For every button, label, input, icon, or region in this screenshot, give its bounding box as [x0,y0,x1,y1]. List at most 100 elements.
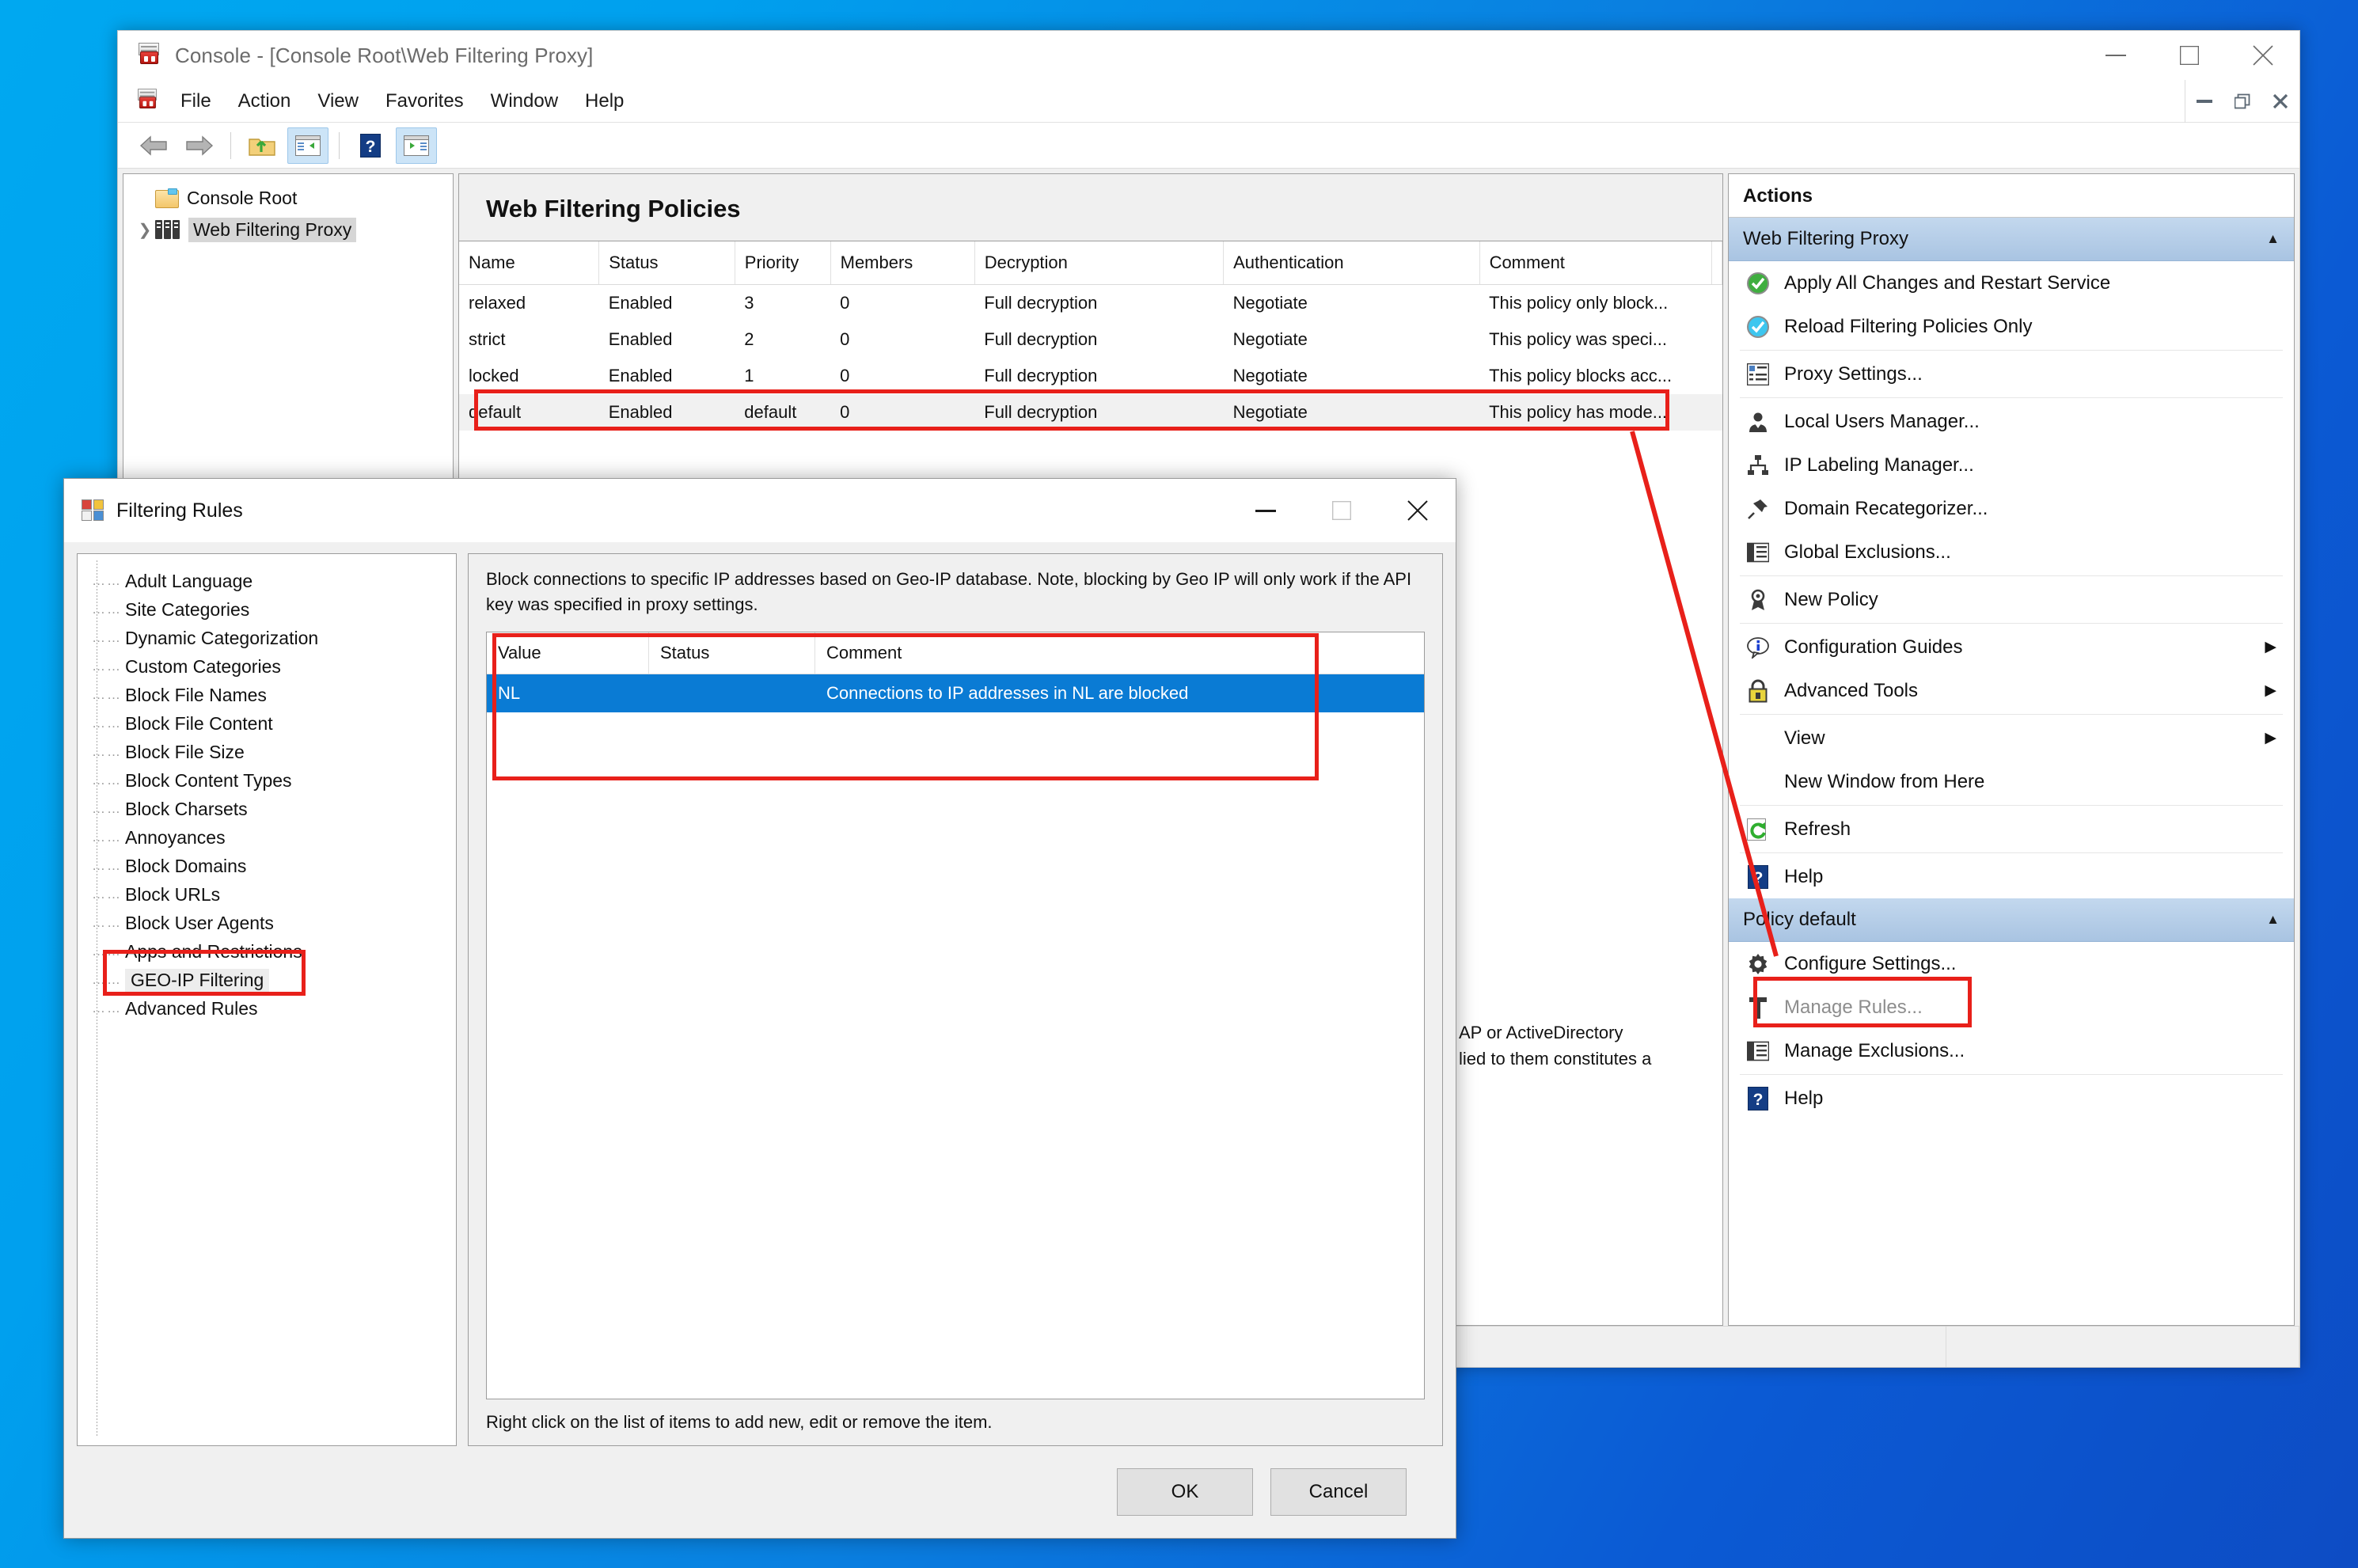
menu-window[interactable]: Window [477,85,571,117]
cancel-button[interactable]: Cancel [1270,1468,1407,1516]
rules-item-block-file-content[interactable]: …… Block File Content [78,709,456,738]
rules-item-advanced-rules[interactable]: …… Advanced Rules [78,994,456,1023]
action-domain-recategorizer[interactable]: Domain Recategorizer... [1729,487,2294,530]
back-icon[interactable] [133,127,174,164]
show-hide-console-tree-icon[interactable] [287,127,328,164]
col-comment[interactable]: Comment [1479,241,1713,285]
cell-authentication: Negotiate [1223,394,1480,431]
tree-item-web-filtering-proxy[interactable]: ❯ Web Filtering Proxy [123,214,453,245]
menu-bar: File Action View Favorites Window Help [118,79,2299,123]
action-refresh[interactable]: Refresh [1729,807,2294,851]
show-hide-action-pane-icon[interactable] [396,127,437,164]
action-manage-exclusions[interactable]: Manage Exclusions... [1729,1029,2294,1073]
col-members[interactable]: Members [830,241,975,285]
menu-favorites[interactable]: Favorites [372,85,477,117]
info-bubble-icon [1743,634,1773,661]
document-list-icon [1743,539,1773,566]
mdi-close-icon[interactable] [2261,80,2299,123]
table-row[interactable]: strict Enabled 2 0 Full decryption Negot… [459,321,1722,358]
help-icon[interactable]: ? [350,127,391,164]
submenu-arrow-icon[interactable]: ▶ [2265,681,2276,700]
action-configuration-guides[interactable]: Configuration Guides ▶ [1729,625,2294,669]
rules-item-geo-ip-filtering[interactable]: …… GEO-IP Filtering [78,966,456,994]
actions-group-policy-default[interactable]: Policy default ▲ [1729,898,2294,942]
cell-name: relaxed [469,293,526,313]
rules-item-block-domains[interactable]: …… Block Domains [78,852,456,880]
col-name[interactable]: Name [459,241,600,285]
action-advanced-tools[interactable]: Advanced Tools ▶ [1729,669,2294,712]
menu-view[interactable]: View [304,85,372,117]
chevron-right-icon[interactable]: ❯ [135,220,155,240]
user-icon [1743,408,1773,435]
col-decryption[interactable]: Decryption [974,241,1225,285]
submenu-arrow-icon[interactable]: ▶ [2265,638,2276,656]
col-comment[interactable]: Comment [815,632,1424,674]
cell-status [649,674,815,712]
submenu-arrow-icon[interactable]: ▶ [2265,729,2276,747]
mdi-restore-icon[interactable] [2223,80,2261,123]
col-status[interactable]: Status [649,632,815,674]
rules-item-block-content-types[interactable]: …… Block Content Types [78,766,456,795]
menu-action[interactable]: Action [225,85,305,117]
rules-item-block-file-names[interactable]: …… Block File Names [78,681,456,709]
action-global-exclusions[interactable]: Global Exclusions... [1729,530,2294,574]
actions-group-web-filtering-proxy[interactable]: Web Filtering Proxy ▲ [1729,218,2294,261]
up-one-level-icon[interactable] [241,127,283,164]
table-row-default[interactable]: default Enabled default 0 Full decryptio… [459,394,1722,431]
rules-item-adult-language[interactable]: …… Adult Language [78,567,456,595]
geo-ip-value-list[interactable]: Value Status Comment NL Connections to I… [486,631,1425,1399]
table-row[interactable]: relaxed Enabled 3 0 Full decryption Nego… [459,285,1722,322]
rules-item-block-user-agents[interactable]: …… Block User Agents [78,909,456,937]
minimize-icon[interactable] [2079,31,2152,80]
tree-item-console-root[interactable]: Console Root [123,182,453,214]
col-status[interactable]: Status [598,241,735,285]
col-priority[interactable]: Priority [735,241,831,285]
chevron-up-icon[interactable]: ▲ [2266,231,2280,247]
mdi-minimize-icon[interactable] [2185,80,2223,123]
cell-members: 0 [840,293,850,313]
rules-item-label: Site Categories [125,598,250,620]
value-list-row[interactable]: NL Connections to IP addresses in NL are… [487,674,1424,712]
maximize-icon[interactable] [2152,31,2226,80]
action-manage-rules[interactable]: Manage Rules... [1729,985,2294,1029]
forward-icon[interactable] [179,127,220,164]
ok-button[interactable]: OK [1117,1468,1253,1516]
action-configure-settings[interactable]: Configure Settings... [1729,942,2294,985]
rules-item-block-file-size[interactable]: …… Block File Size [78,738,456,766]
action-label: New Window from Here [1784,770,1985,792]
action-new-window-from-here[interactable]: New Window from Here [1729,760,2294,803]
close-icon[interactable] [1380,479,1456,542]
rules-category-tree[interactable]: …… Adult Language …… Site Categories …… Dyn… [77,553,457,1446]
close-icon[interactable] [2226,31,2299,80]
action-ip-labeling-manager[interactable]: IP Labeling Manager... [1729,443,2294,487]
col-authentication[interactable]: Authentication [1223,241,1480,285]
action-label: Global Exclusions... [1784,541,1951,563]
rules-item-apps-and-restrictions[interactable]: …… Apps and Restrictions [78,937,456,966]
menu-help[interactable]: Help [571,85,637,117]
rules-description: Block connections to specific IP address… [486,569,1412,614]
col-value[interactable]: Value [487,632,649,674]
rules-item-block-charsets[interactable]: …… Block Charsets [78,795,456,823]
rules-item-site-categories[interactable]: …… Site Categories [78,595,456,624]
chevron-up-icon[interactable]: ▲ [2266,912,2280,928]
value-list-body[interactable]: NL Connections to IP addresses in NL are… [487,674,1424,1399]
action-help-policy[interactable]: ? Help [1729,1076,2294,1120]
rules-item-annoyances[interactable]: …… Annoyances [78,823,456,852]
cell-status: Enabled [598,394,735,431]
action-apply-all-changes-and-restart-service[interactable]: Apply All Changes and Restart Service [1729,261,2294,305]
action-reload-filtering-policies-only[interactable]: Reload Filtering Policies Only [1729,305,2294,348]
action-new-policy[interactable]: New Policy [1729,578,2294,621]
action-proxy-settings[interactable]: Proxy Settings... [1729,352,2294,396]
action-help-proxy[interactable]: ? Help [1729,855,2294,898]
action-label: Apply All Changes and Restart Service [1784,271,2111,294]
rules-item-custom-categories[interactable]: …… Custom Categories [78,652,456,681]
rules-item-dynamic-categorization[interactable]: …… Dynamic Categorization [78,624,456,652]
cell-members: 0 [830,394,975,431]
action-view[interactable]: View ▶ [1729,716,2294,760]
cell-status: Enabled [608,293,673,313]
minimize-icon[interactable] [1228,479,1304,542]
menu-file[interactable]: File [167,85,225,117]
action-local-users-manager[interactable]: Local Users Manager... [1729,400,2294,443]
rules-item-block-urls[interactable]: …… Block URLs [78,880,456,909]
table-row[interactable]: locked Enabled 1 0 Full decryption Negot… [459,358,1722,394]
